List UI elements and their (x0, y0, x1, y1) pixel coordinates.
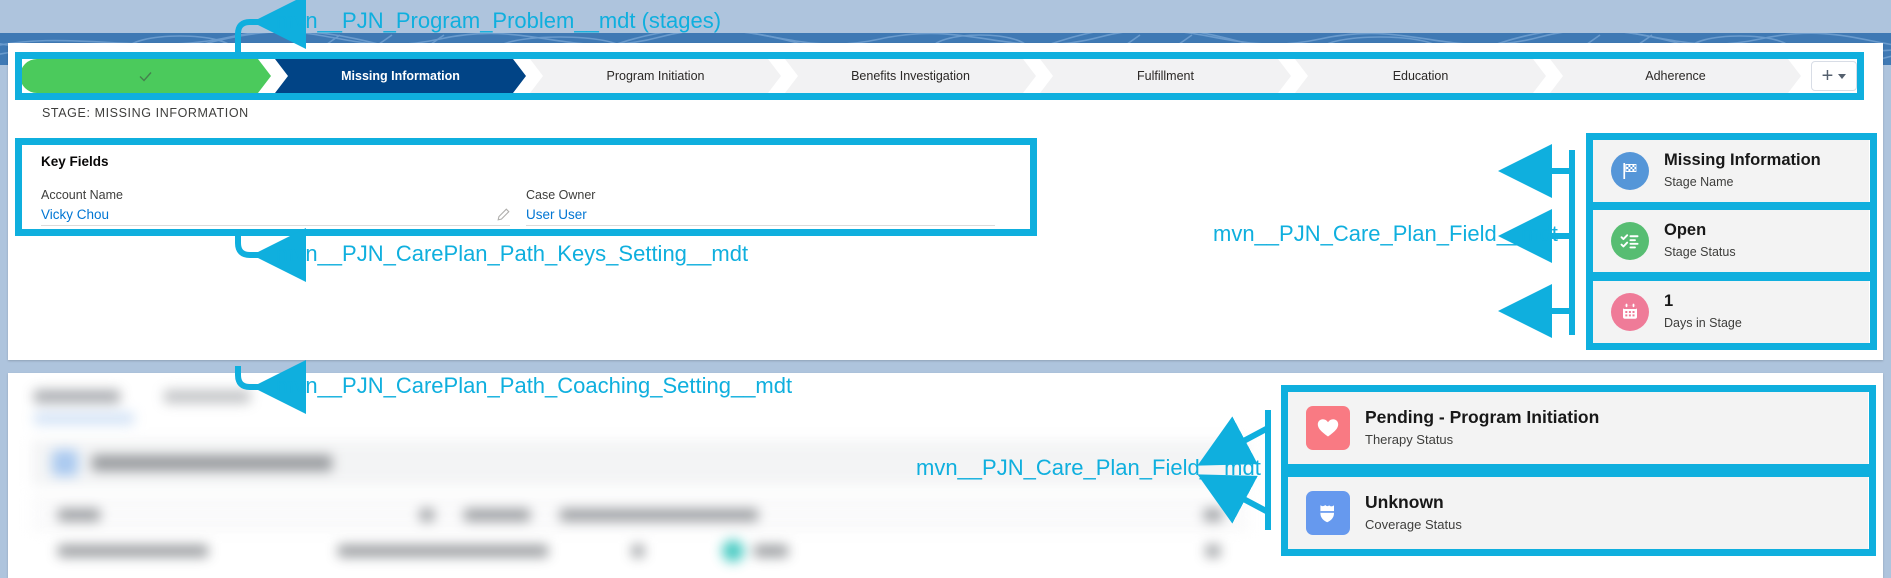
annotation-label-path-coaching: mvn__PJN_CarePlan_Path_Coaching_Setting_… (276, 373, 793, 398)
blurred-col (420, 509, 434, 521)
blurred-table-header (32, 498, 1248, 530)
blurred-cell (338, 545, 548, 557)
blurred-col (560, 509, 758, 521)
blurred-avatar (722, 540, 744, 562)
blurred-col (464, 509, 530, 521)
highlight-therapy-status-card (1281, 385, 1876, 471)
highlight-key-fields (15, 138, 1037, 236)
annotation-label-care-plan-field-upper: mvn__PJN_Care_Plan_Field__mdt (1213, 221, 1558, 246)
blurred-col (1204, 509, 1222, 521)
annotation-label-path-keys: mvn__PJN_CarePlan_Path_Keys_Setting__mdt (276, 241, 749, 266)
blurred-tab-underline (34, 412, 134, 425)
annotation-label-program-problem: mvn__PJN_Program_Problem__mdt (stages) (276, 8, 722, 33)
highlight-stage-path (15, 52, 1864, 100)
highlight-stage-name-card (1586, 133, 1877, 209)
blurred-cell (58, 545, 208, 557)
highlight-days-in-stage-card (1586, 274, 1877, 350)
blurred-tab-bar (34, 390, 250, 403)
blurred-section-icon (52, 450, 78, 476)
annotation-label-care-plan-field-lower: mvn__PJN_Care_Plan_Field__mdt (916, 455, 1261, 480)
stage-caption: STAGE: MISSING INFORMATION (42, 106, 249, 120)
blurred-col (58, 509, 100, 521)
screenshot-root: Missing Information Program Initiation B… (0, 0, 1891, 578)
highlight-coverage-status-card (1281, 470, 1876, 556)
blurred-table-row (32, 537, 1248, 577)
highlight-stage-status-card (1586, 203, 1877, 279)
blurred-tab (164, 390, 250, 403)
blurred-cell (754, 545, 788, 557)
blurred-cell (1206, 545, 1220, 557)
blurred-section-title (92, 455, 332, 471)
blurred-tab (34, 390, 120, 403)
blurred-cell (632, 545, 644, 557)
